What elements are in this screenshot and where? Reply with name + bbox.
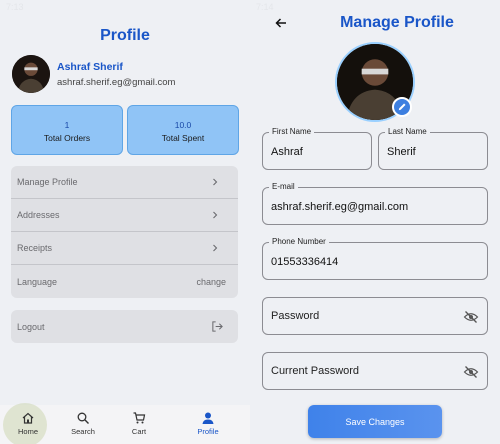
- search-icon: [77, 412, 89, 424]
- current-password-field[interactable]: Current Password: [262, 352, 488, 390]
- nav-label: Cart: [131, 427, 147, 436]
- menu-item-label: Manage Profile: [17, 177, 78, 187]
- total-orders-value: 1: [64, 120, 70, 130]
- profile-screen: 7:13 Profile Ashraf Sherif ashraf.sherif…: [0, 0, 250, 444]
- menu-item-language[interactable]: Language change: [11, 265, 238, 298]
- password-field[interactable]: Password: [262, 297, 488, 335]
- menu-item-manage-profile[interactable]: Manage Profile: [11, 166, 238, 199]
- email-field[interactable]: E-mail ashraf.sherif.eg@gmail.com: [262, 182, 488, 225]
- nav-label: Search: [71, 427, 95, 436]
- user-name: Ashraf Sherif: [57, 61, 123, 73]
- status-time: 7:13: [6, 2, 24, 12]
- logout-icon: [212, 321, 223, 332]
- manage-profile-screen: 7:14 Manage Profile First Name Ashraf La…: [250, 0, 500, 444]
- password-placeholder: Password: [271, 310, 320, 322]
- cart-icon: [133, 412, 146, 424]
- menu-item-addresses[interactable]: Addresses: [11, 199, 238, 232]
- menu-item-label: Receipts: [17, 243, 53, 253]
- page-title: Profile: [100, 27, 150, 44]
- nav-label: Profile: [197, 427, 219, 436]
- menu-item-receipts[interactable]: Receipts: [11, 232, 238, 265]
- total-spent-value: 10.0: [174, 120, 192, 130]
- total-spent-label: Total Spent: [161, 133, 205, 143]
- first-name-value: Ashraf: [271, 146, 303, 158]
- phone-value: 01553336414: [271, 256, 339, 268]
- last-name-field[interactable]: Last Name Sherif: [378, 127, 488, 170]
- menu-item-label: Language: [17, 276, 58, 287]
- pencil-icon: [398, 103, 406, 111]
- nav-profile[interactable]: Profile: [183, 405, 233, 444]
- first-name-label: First Name: [269, 127, 315, 136]
- last-name-value: Sherif: [387, 146, 416, 158]
- page-title: Manage Profile: [340, 14, 454, 31]
- bottom-navigation: Home Search Cart Profile: [0, 403, 250, 444]
- avatar: [12, 55, 50, 93]
- logout-button[interactable]: Logout: [11, 310, 238, 343]
- first-name-field[interactable]: First Name Ashraf: [262, 127, 372, 170]
- total-orders-label: Total Orders: [43, 133, 91, 143]
- nav-search[interactable]: Search: [58, 405, 108, 444]
- nav-cart[interactable]: Cart: [114, 405, 164, 444]
- home-icon: [22, 412, 34, 424]
- screen-pair: 7:13 Profile Ashraf Sherif ashraf.sherif…: [0, 0, 500, 444]
- person-icon: [202, 412, 214, 424]
- last-name-label: Last Name: [385, 127, 430, 136]
- eye-off-icon[interactable]: [463, 364, 479, 380]
- status-time: 7:14: [256, 2, 274, 12]
- language-change-link[interactable]: change: [196, 277, 226, 287]
- total-orders-card[interactable]: 1 Total Orders: [11, 105, 123, 155]
- chevron-right-icon: [213, 211, 218, 219]
- logout-label: Logout: [17, 321, 45, 332]
- edit-photo-button[interactable]: [392, 97, 412, 117]
- nav-label: Home: [17, 427, 38, 436]
- email-label: E-mail: [269, 182, 298, 191]
- nav-home[interactable]: Home: [3, 403, 53, 444]
- total-spent-card[interactable]: 10.0 Total Spent: [127, 105, 239, 155]
- phone-label: Phone Number: [269, 237, 329, 246]
- chevron-right-icon: [213, 244, 218, 252]
- profile-menu: Manage Profile Addresses Receipts Langua…: [11, 166, 238, 298]
- eye-off-icon[interactable]: [463, 309, 479, 325]
- email-value: ashraf.sherif.eg@gmail.com: [271, 201, 409, 213]
- save-changes-button[interactable]: Save Changes: [308, 405, 442, 438]
- user-email: ashraf.sherif.eg@gmail.com: [57, 77, 176, 88]
- current-password-placeholder: Current Password: [271, 365, 360, 377]
- menu-item-label: Addresses: [17, 210, 60, 220]
- chevron-right-icon: [213, 178, 218, 186]
- phone-field[interactable]: Phone Number 01553336414: [262, 237, 488, 280]
